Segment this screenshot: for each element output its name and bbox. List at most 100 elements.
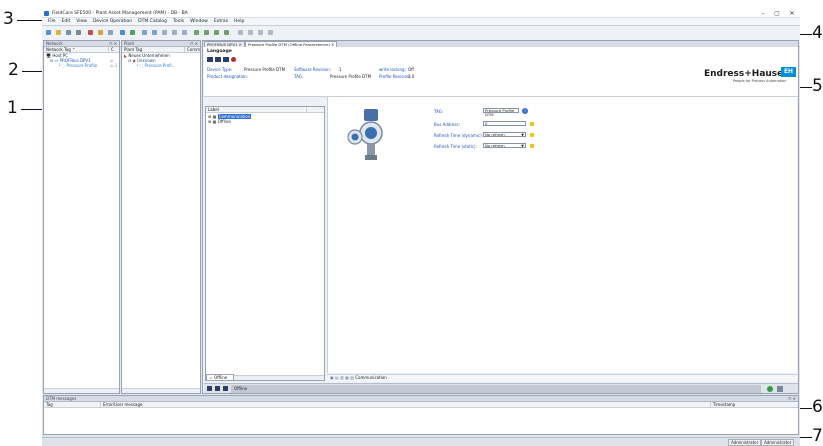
layout-3-icon[interactable]: [258, 30, 263, 35]
dtm-messages-header: Tag Error/User message Timestamp: [44, 402, 798, 408]
dtm-messages-panel: DTM messages ⊓ ✕ Tag Error/User message T…: [43, 395, 799, 435]
callout-1: 1: [7, 98, 18, 118]
title-bar: FieldCare SFE500 - Plant Asset Managemen…: [42, 9, 800, 18]
col-timestamp[interactable]: Timestamp: [710, 402, 735, 408]
software-revision-value: 1: [339, 67, 342, 72]
software-revision-label: Software Revision:: [294, 67, 331, 72]
tree-item-offline[interactable]: ⊞ ▦ Offline: [206, 119, 324, 124]
callout-4: 4: [812, 23, 823, 43]
layout-4-icon[interactable]: [268, 30, 273, 35]
connection-status: Offline: [231, 385, 761, 393]
menu-file[interactable]: File: [48, 18, 56, 26]
callout-3: 3: [3, 9, 14, 29]
param-refresh-static-label: Refresh Time (static):: [434, 144, 477, 149]
param-bus-address-label: Bus Address:: [434, 122, 460, 127]
offline-param-icon[interactable]: [204, 30, 209, 35]
tool-icon-2[interactable]: [215, 57, 221, 62]
communication-strip: ▣ ▤ ▥ ▦ ▧ Communication: [327, 374, 797, 381]
product-designation-label: Product designation:: [207, 74, 249, 79]
eh-tagline: People for Process Automation: [733, 79, 787, 83]
network-hscrollbar[interactable]: [44, 388, 119, 393]
menu-help[interactable]: Help: [234, 18, 244, 26]
tag-header-value: Pressure Profile DTM: [330, 74, 372, 79]
eh-logo-icon: EH: [781, 67, 796, 77]
close-button[interactable]: ✕: [785, 9, 799, 18]
tool-icon-1[interactable]: [207, 57, 213, 62]
menu-extras[interactable]: Extras: [214, 18, 228, 26]
fieldcare-window: FieldCare SFE500 - Plant Asset Managemen…: [42, 9, 800, 446]
cut-icon[interactable]: [88, 30, 93, 35]
connect-icon[interactable]: [120, 30, 125, 35]
scan-network-icon[interactable]: [172, 30, 177, 35]
status-icon-2: [215, 386, 220, 391]
new-icon[interactable]: [46, 30, 51, 35]
write-locking-label: write locking:: [379, 67, 406, 72]
measured-value-icon[interactable]: [224, 30, 229, 35]
chevron-down-icon: ▼: [521, 144, 524, 148]
minimize-button[interactable]: –: [756, 9, 770, 18]
write-device-icon[interactable]: [152, 30, 157, 35]
menu-edit[interactable]: Edit: [62, 18, 71, 26]
col-message[interactable]: Error/User message: [100, 402, 142, 408]
eh-brand-name: Endress+Hauser: [704, 69, 788, 79]
status-icon-1: [207, 386, 212, 391]
online-param-icon[interactable]: [194, 30, 199, 35]
status-user: Administrator: [728, 439, 762, 446]
layout-2-icon[interactable]: [248, 30, 253, 35]
tool-icon-4[interactable]: [231, 57, 236, 62]
diagnosis-icon[interactable]: [214, 30, 219, 35]
param-bus-address-field[interactable]: 0: [483, 121, 526, 126]
param-tag-label: TAG:: [434, 109, 444, 114]
tool-icon-3[interactable]: [223, 57, 229, 62]
edit-pen-icon: [530, 144, 534, 148]
info-icon[interactable]: i: [522, 108, 528, 114]
paste-icon[interactable]: [108, 30, 113, 35]
save-icon[interactable]: [66, 30, 71, 35]
param-refresh-static-select[interactable]: No refresh ▼: [483, 143, 526, 148]
tab-offline[interactable]: ▭ Offline: [206, 374, 234, 381]
callout-5: 5: [812, 76, 823, 96]
online-status-icon: [767, 386, 773, 392]
device-type-label: Device Type:: [207, 67, 233, 72]
app-icon: [44, 11, 49, 16]
status-role: Administrator: [761, 439, 795, 446]
plant-hscrollbar[interactable]: [122, 388, 200, 393]
callout-2: 2: [8, 60, 19, 80]
layout-1-icon[interactable]: [238, 30, 243, 35]
edit-pen-icon: [530, 133, 534, 137]
plant-panel: Plant ⊓ ✕ Plant Tag Comm ◣ Neues Unternehm…: [121, 40, 201, 394]
param-refresh-dynamic-select[interactable]: No refresh ▼: [483, 132, 526, 137]
col-tag[interactable]: Tag: [46, 402, 53, 407]
device-type-value: Pressure Profile DTM: [244, 67, 286, 72]
tag-header-label: TAG:: [294, 74, 304, 79]
tree-item-pressure-profile[interactable]: └ ◌ Pressure Profile ◎ 1: [44, 63, 119, 68]
open-icon[interactable]: [56, 30, 61, 35]
window-title: FieldCare SFE500 - Plant Asset Managemen…: [52, 11, 188, 16]
menu-device-operation[interactable]: Device Operation: [93, 18, 132, 26]
language-label[interactable]: Language: [207, 49, 232, 54]
add-device-icon[interactable]: [182, 30, 187, 35]
menu-dtm-catalog[interactable]: DTM Catalog: [138, 18, 167, 26]
device-status-bar: Offline: [204, 383, 798, 393]
param-tag-field[interactable]: Pressure Profile DTM: [483, 108, 519, 117]
menu-window[interactable]: Window: [190, 18, 208, 26]
document-area: PROFIBUS DPV1 ✕ Pressure Profile DTM (Of…: [202, 40, 799, 394]
edit-pen-icon: [530, 122, 534, 126]
disconnect-icon[interactable]: [130, 30, 135, 35]
callout-6: 6: [812, 397, 823, 417]
device-header: Language Device Type: Pressure Profile D…: [204, 47, 798, 97]
device-image: [347, 109, 383, 160]
compare-icon[interactable]: [162, 30, 167, 35]
maximize-button[interactable]: ▢: [770, 9, 784, 18]
menu-tools[interactable]: Tools: [173, 18, 184, 26]
tree-item-pressure-profile-plant[interactable]: └ ◌ Pressure Profi...: [122, 63, 200, 68]
communication-label[interactable]: Communication: [355, 375, 387, 380]
device-status-icon: [777, 386, 783, 392]
copy-icon[interactable]: [98, 30, 103, 35]
network-panel: Network ⊓ ✕ Network Tag ⌃ C 🖥 Host PC ⊟ ▭ …: [43, 40, 120, 394]
print-icon[interactable]: [76, 30, 81, 35]
menu-view[interactable]: View: [76, 18, 87, 26]
read-device-icon[interactable]: [142, 30, 147, 35]
profile-revision-value: 3.0: [408, 74, 415, 79]
menu-bar: File Edit View Device Operation DTM Catalog T…: [42, 18, 800, 26]
